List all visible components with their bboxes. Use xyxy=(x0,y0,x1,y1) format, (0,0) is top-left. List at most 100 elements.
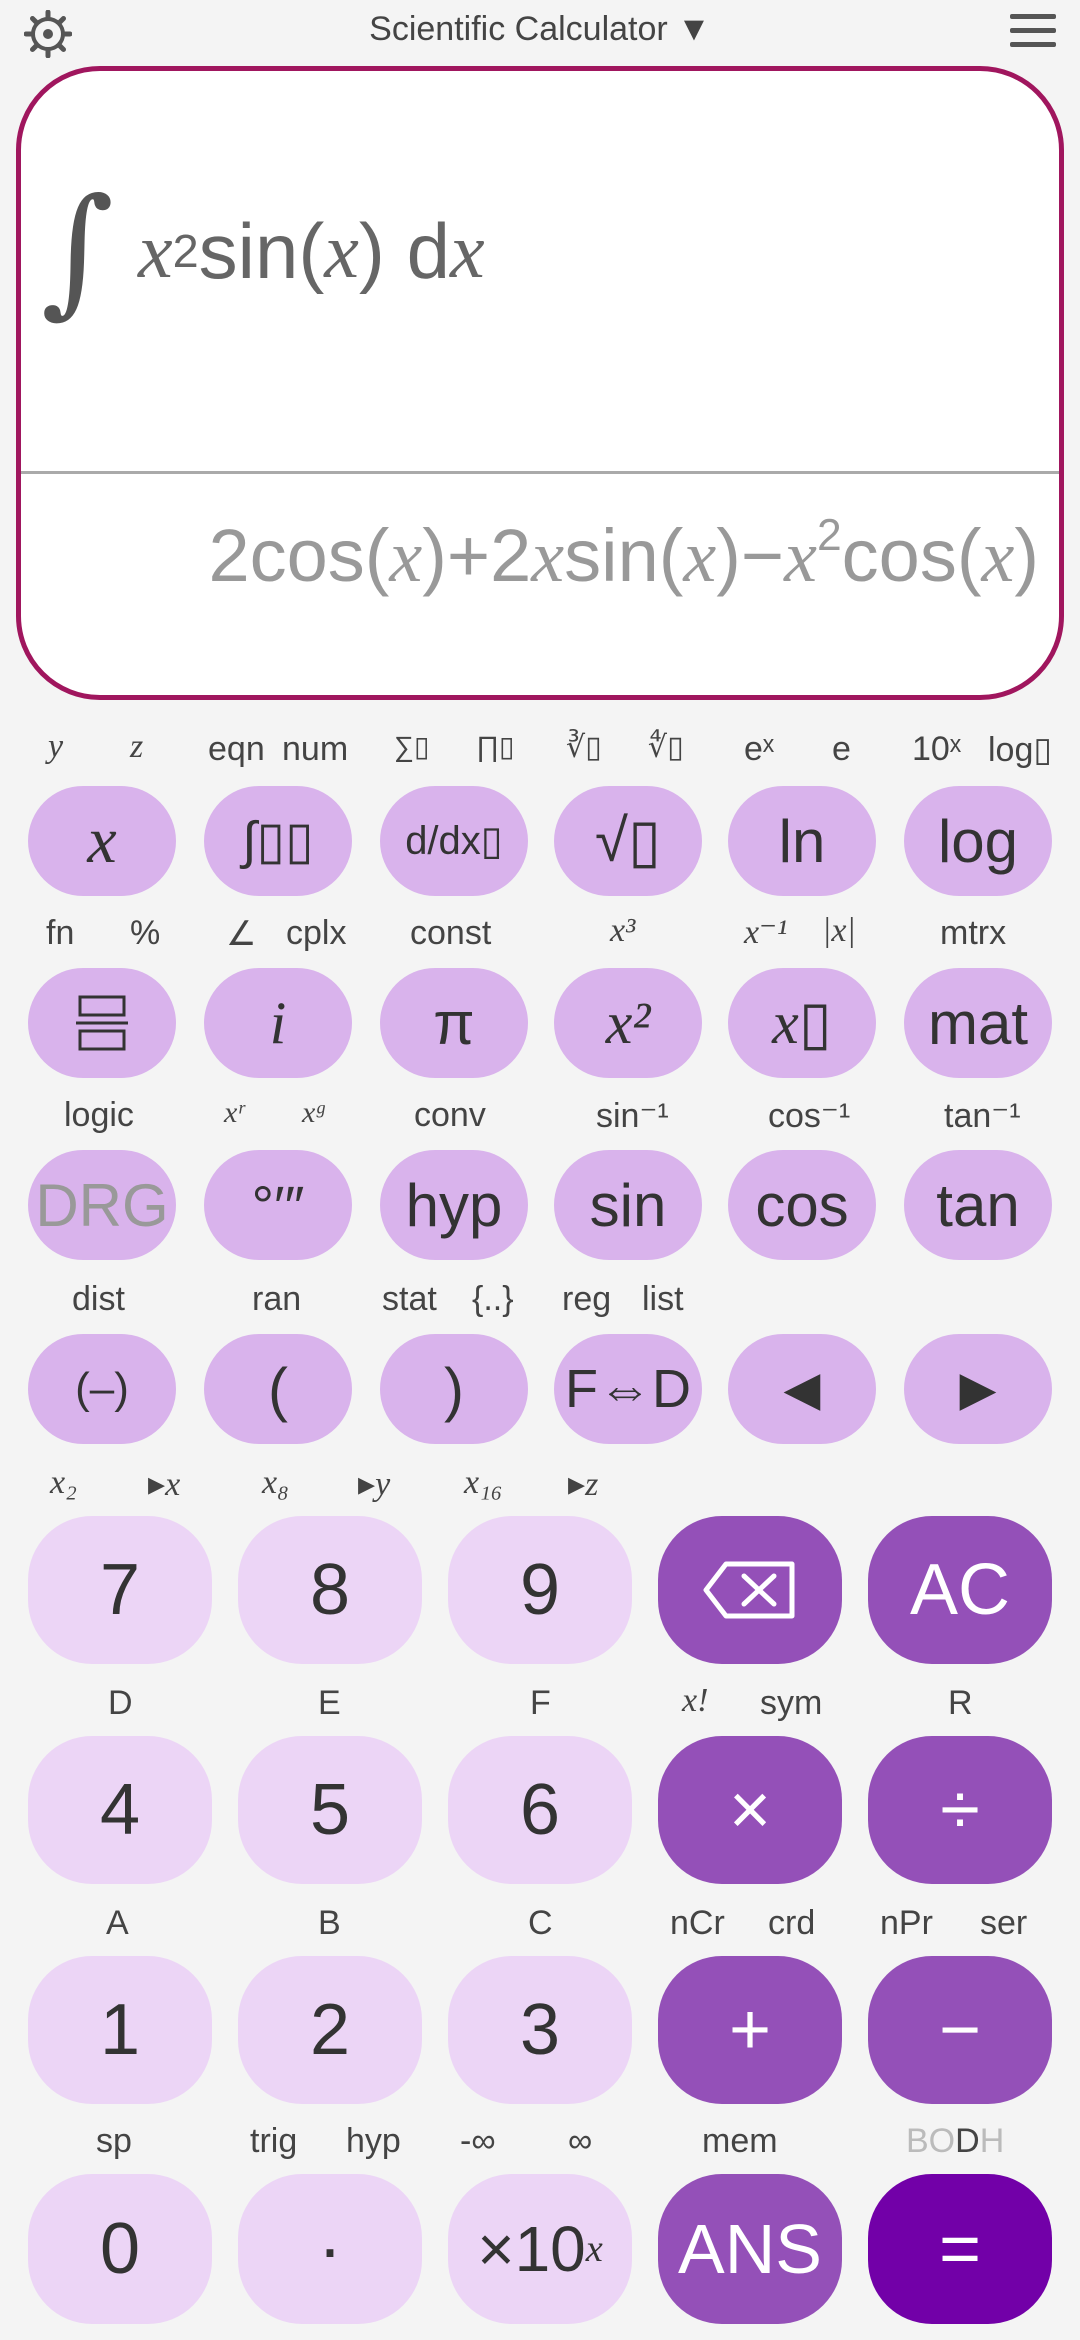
shift-label-y: y xyxy=(48,728,64,765)
shift-label-logbase: log▯ xyxy=(988,731,1053,769)
digit-6-key[interactable]: 6 xyxy=(448,1736,632,1884)
cos-key[interactable]: cos xyxy=(728,1150,876,1260)
shift-label-store-z: ▸z xyxy=(568,1466,599,1503)
shift-label-r: R xyxy=(948,1684,973,1722)
shift-label-fn: fn xyxy=(46,914,75,952)
calculator-display[interactable]: ∫ x 2 sin(x) dx 2cos(x)+2xsin(x)−x2cos(x) xyxy=(16,66,1064,700)
shift-label-ran: ran xyxy=(252,1280,302,1318)
shift-label-base16: x₁₆ xyxy=(464,1464,503,1501)
times-ten-power-key[interactable]: ×10 x xyxy=(448,2174,632,2324)
shift-label-e: e xyxy=(832,730,851,768)
shift-label-reg: reg xyxy=(562,1280,612,1318)
shift-label-store-y: ▸y xyxy=(358,1466,391,1503)
shift-label-abs: |x| xyxy=(822,912,856,949)
shift-label-cube: x³ xyxy=(610,912,636,949)
shift-label-num: num xyxy=(282,730,349,768)
integral-key[interactable]: ∫▯▯ xyxy=(204,786,352,896)
sin-key[interactable]: sin xyxy=(554,1150,702,1260)
shift-label-const: const xyxy=(410,914,492,952)
shift-label-b: B xyxy=(318,1904,341,1942)
shift-label-neg-infinity: -∞ xyxy=(460,2122,496,2160)
shift-label-sp: sp xyxy=(96,2122,132,2160)
shift-label-mtrx: mtrx xyxy=(940,914,1007,952)
drg-key[interactable]: DRG xyxy=(28,1150,176,1260)
shift-label-conv: conv xyxy=(414,1096,486,1134)
tan-key[interactable]: tan xyxy=(904,1150,1052,1260)
multiply-key[interactable]: × xyxy=(658,1736,842,1884)
log-key[interactable]: log xyxy=(904,786,1052,896)
derivative-key[interactable]: d/dx▯ xyxy=(380,786,528,896)
answer-key[interactable]: ANS xyxy=(658,2174,842,2324)
close-paren-key[interactable]: ) xyxy=(380,1334,528,1444)
digit-3-key[interactable]: 3 xyxy=(448,1956,632,2104)
open-paren-key[interactable]: ( xyxy=(204,1334,352,1444)
shift-label-mem: mem xyxy=(702,2122,778,2160)
cursor-right-key[interactable]: ▶ xyxy=(904,1334,1052,1444)
shift-label-logic: logic xyxy=(64,1096,134,1134)
digit-2-key[interactable]: 2 xyxy=(238,1956,422,2104)
x-variable-key[interactable]: x xyxy=(28,786,176,896)
cursor-left-key[interactable]: ◀ xyxy=(728,1334,876,1444)
shift-label-hyp: hyp xyxy=(346,2122,401,2160)
shift-label-dist: dist xyxy=(72,1280,125,1318)
shift-label-ser: ser xyxy=(980,1904,1028,1942)
fraction-key[interactable] xyxy=(28,968,176,1078)
shift-label-base8: x₈ xyxy=(262,1464,289,1501)
shift-label-e-hex: E xyxy=(318,1684,341,1722)
fraction-decimal-key[interactable]: F⇔D xyxy=(554,1334,702,1444)
ln-key[interactable]: ln xyxy=(728,786,876,896)
imaginary-key[interactable]: i xyxy=(204,968,352,1078)
pi-key[interactable]: π xyxy=(380,968,528,1078)
decimal-point-key[interactable]: · xyxy=(238,2174,422,2324)
shift-label-trig: trig xyxy=(250,2122,298,2160)
digit-9-key[interactable]: 9 xyxy=(448,1516,632,1664)
digit-8-key[interactable]: 8 xyxy=(238,1516,422,1664)
digit-1-key[interactable]: 1 xyxy=(28,1956,212,2104)
shift-label-list: list xyxy=(642,1280,684,1318)
add-key[interactable]: + xyxy=(658,1956,842,2104)
shift-label-nth-root: ∜▯ xyxy=(648,731,684,764)
shift-label-npr: nPr xyxy=(880,1904,933,1942)
digit-7-key[interactable]: 7 xyxy=(28,1516,212,1664)
shift-label-radians: xʳ xyxy=(224,1096,244,1129)
shift-label-f: F xyxy=(530,1684,551,1722)
hamburger-icon[interactable] xyxy=(1010,14,1056,54)
shift-label-inverse: x⁻¹ xyxy=(744,914,788,951)
digit-4-key[interactable]: 4 xyxy=(28,1736,212,1884)
negate-key[interactable]: (–) xyxy=(28,1334,176,1444)
matrix-key[interactable]: mat xyxy=(904,968,1052,1078)
divide-key[interactable]: ÷ xyxy=(868,1736,1052,1884)
shift-label-a: A xyxy=(106,1904,129,1942)
shift-label-angle: ∠ xyxy=(226,915,257,953)
expression-input[interactable]: ∫ x 2 sin(x) dx xyxy=(41,181,485,321)
shift-label-infinity: ∞ xyxy=(568,2122,593,2160)
shift-label-cplx: cplx xyxy=(286,914,347,952)
backspace-key[interactable] xyxy=(658,1516,842,1664)
shift-label-acos: cos⁻¹ xyxy=(768,1097,851,1135)
calculator-mode-dropdown[interactable]: Scientific Calculator ▼ xyxy=(0,10,1080,49)
shift-label-atan: tan⁻¹ xyxy=(944,1097,1021,1135)
top-bar: Scientific Calculator ▼ xyxy=(0,0,1080,62)
shift-label-eqn: eqn xyxy=(208,730,265,768)
sqrt-key[interactable]: √▯ xyxy=(554,786,702,896)
dms-key[interactable]: °′″ xyxy=(204,1150,352,1260)
equals-key[interactable]: = xyxy=(868,2174,1052,2324)
subtract-key[interactable]: − xyxy=(868,1956,1052,2104)
shift-label-pow10: 10ˣ xyxy=(912,730,961,768)
shift-label-d: D xyxy=(108,1684,133,1722)
shift-label-c: C xyxy=(528,1904,553,1942)
fraction-icon xyxy=(76,995,128,1051)
backspace-icon xyxy=(703,1561,795,1619)
shift-label-percent: % xyxy=(130,914,161,952)
shift-label-stat: stat xyxy=(382,1280,437,1318)
shift-label-base2: x₂ xyxy=(50,1464,77,1501)
hyp-key[interactable]: hyp xyxy=(380,1150,528,1260)
shift-label-gradians: xᵍ xyxy=(302,1096,324,1129)
digit-5-key[interactable]: 5 xyxy=(238,1736,422,1884)
power-key[interactable]: x▯ xyxy=(728,968,876,1078)
shift-label-sym: sym xyxy=(760,1684,823,1722)
square-key[interactable]: x² xyxy=(554,968,702,1078)
shift-label-crd: crd xyxy=(768,1904,816,1942)
all-clear-key[interactable]: AC xyxy=(868,1516,1052,1664)
digit-0-key[interactable]: 0 xyxy=(28,2174,212,2324)
